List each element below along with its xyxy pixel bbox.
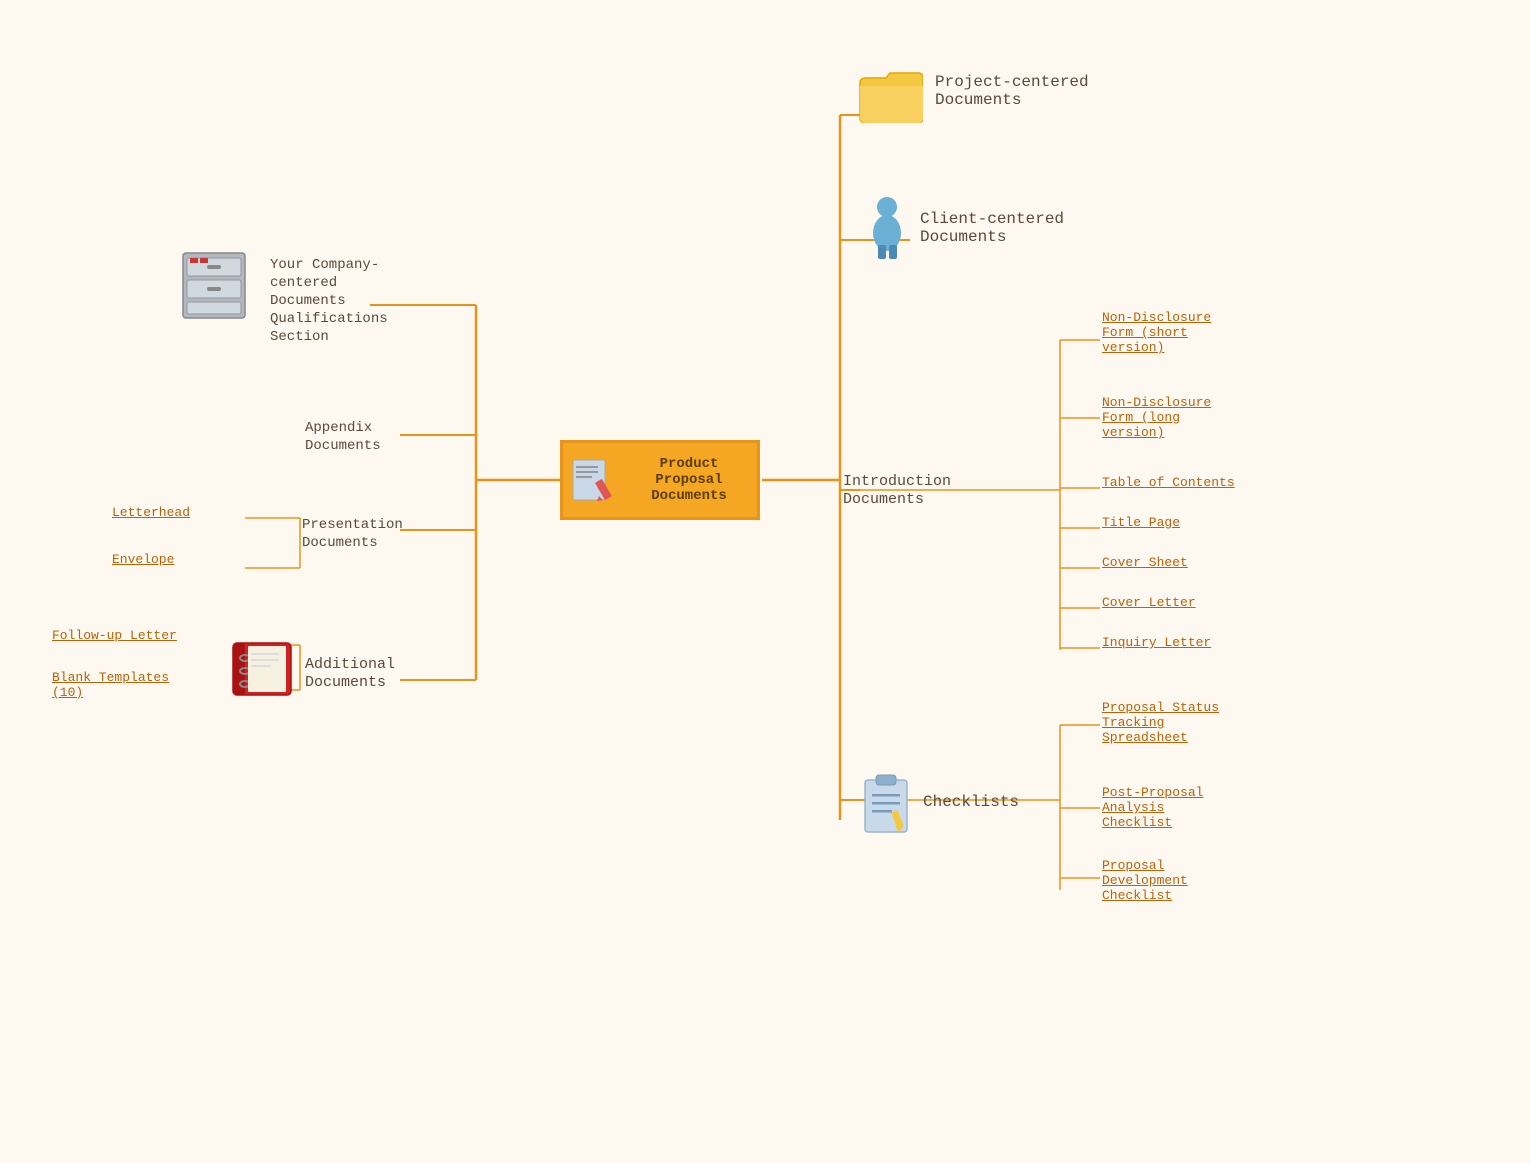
title-page-label[interactable]: Title Page [1102, 515, 1180, 530]
proposal-dev-label[interactable]: Proposal Development Checklist [1102, 858, 1188, 903]
client-centered-label: Client-centered Documents [920, 210, 1064, 246]
post-proposal-label[interactable]: Post-Proposal Analysis Checklist [1102, 785, 1203, 830]
folder-icon [858, 68, 923, 128]
proposal-tracking-label[interactable]: Proposal Status Tracking Spreadsheet [1102, 700, 1219, 745]
additional-docs-label: Additional Documents [305, 655, 395, 691]
appendix-label: Appendix Documents [305, 418, 381, 454]
connector-lines [0, 0, 1530, 1163]
person-icon [865, 195, 910, 265]
binder-icon [228, 638, 298, 705]
filing-cabinet-icon [175, 248, 255, 328]
project-centered-label: Project-centered Documents [935, 73, 1089, 109]
blank-templates-label[interactable]: Blank Templates (10) [52, 670, 169, 700]
cover-letter-label[interactable]: Cover Letter [1102, 595, 1196, 610]
company-centered-label: Your Company- centered Documents Qualifi… [270, 255, 388, 345]
inquiry-letter-label[interactable]: Inquiry Letter [1102, 635, 1211, 650]
center-node: Product Proposal Documents [560, 440, 760, 520]
envelope-label[interactable]: Envelope [112, 552, 174, 567]
nda-short-label[interactable]: Non-Disclosure Form (short version) [1102, 310, 1211, 355]
checklist-icon [860, 772, 915, 842]
followup-letter-label[interactable]: Follow-up Letter [52, 628, 177, 643]
center-node-label: Product Proposal Documents [629, 456, 749, 504]
checklists-label: Checklists [923, 793, 1019, 811]
cover-sheet-label[interactable]: Cover Sheet [1102, 555, 1188, 570]
table-of-contents-label[interactable]: Table of Contents [1102, 475, 1235, 490]
letterhead-label[interactable]: Letterhead [112, 505, 190, 520]
document-pen-icon [571, 458, 621, 503]
presentation-label: Presentation Documents [302, 515, 403, 551]
introduction-label: Introduction Documents [843, 472, 951, 508]
nda-long-label[interactable]: Non-Disclosure Form (long version) [1102, 395, 1211, 440]
mind-map-diagram: Product Proposal Documents Project-cente… [0, 0, 1530, 1163]
